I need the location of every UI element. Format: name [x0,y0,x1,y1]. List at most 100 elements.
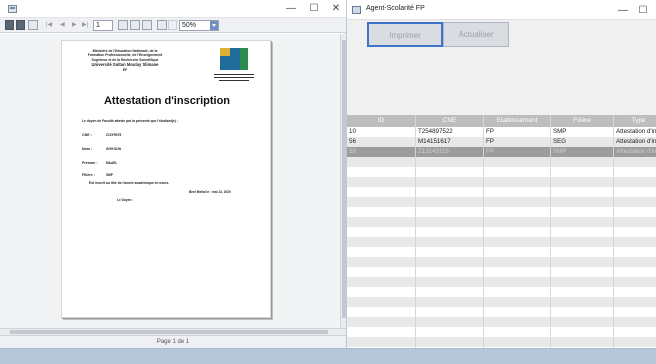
previous-page-icon[interactable]: ◀ [60,20,65,30]
empty-cell [347,297,416,307]
column-header[interactable]: Type [614,115,656,127]
refresh-button[interactable]: Actualiser [443,22,509,47]
empty-cell [347,187,416,197]
empty-cell [614,207,656,217]
last-page-icon[interactable]: ▶| [82,20,88,30]
table-row[interactable]: 56 M14151617 FP SEG Attestation d'ins [347,137,656,147]
empty-cell [551,247,614,257]
empty-table-row [347,317,656,327]
empty-table-row [347,237,656,247]
agent-form-titlebar: Agent-Scolarité FP — ☐ [347,0,656,20]
empty-cell [484,167,551,177]
field-label: CNE : [82,133,92,137]
empty-cell [614,287,656,297]
continuous-page-icon[interactable] [142,20,152,30]
zoom-in-icon[interactable] [157,20,167,30]
zoom-select[interactable]: 50% [179,20,219,31]
empty-cell [484,277,551,287]
field-prenom: Prénom : MAAEL [82,161,117,165]
save-icon[interactable] [5,20,14,30]
refresh-icon[interactable] [28,20,38,30]
maximize-button[interactable]: ☐ [635,4,651,17]
empty-cell [347,337,416,347]
cell-type: Attestation d'ins [614,137,656,147]
empty-cell [416,327,484,337]
document-header: Ministère de l'Education Nationale, de l… [70,49,180,72]
table-row-selected[interactable]: 58 Z13143116 FP SMP Attestation d'ins [347,147,656,157]
empty-cell [484,307,551,317]
empty-cell [551,327,614,337]
cell-filiere: SMP [551,127,614,137]
empty-table-row [347,277,656,287]
empty-cell [416,267,484,277]
field-value: MAAEL [106,161,118,165]
two-page-icon[interactable] [130,20,140,30]
scrollbar-thumb[interactable] [342,40,346,318]
scrollbar-thumb[interactable] [10,330,328,334]
zoom-out-icon[interactable] [168,20,177,30]
empty-cell [416,157,484,167]
empty-table-row [347,337,656,347]
empty-cell [551,167,614,177]
table-row[interactable]: 10 T254897522 FP SMP Attestation d'ins [347,127,656,137]
field-cne: CNE : Z13YR076 [82,133,121,137]
first-page-icon[interactable]: |◀ [46,20,52,30]
empty-cell [416,217,484,227]
column-header[interactable]: Etablissement [484,115,551,127]
cell-etablissement: FP [484,137,551,147]
empty-cell [484,287,551,297]
empty-cell [614,317,656,327]
cell-cne: Z13143116 [416,147,484,157]
next-page-icon[interactable]: ▶ [72,20,77,30]
empty-cell [551,197,614,207]
page-number-input[interactable]: 1 [93,20,113,31]
empty-cell [484,297,551,307]
cell-cne: M14151617 [416,137,484,147]
empty-cell [614,307,656,317]
empty-cell [347,277,416,287]
empty-cell [484,237,551,247]
single-page-icon[interactable] [118,20,128,30]
empty-cell [416,177,484,187]
empty-cell [484,247,551,257]
empty-cell [551,297,614,307]
empty-cell [551,227,614,237]
empty-cell [347,177,416,187]
close-button[interactable]: ✕ [328,2,344,15]
empty-cell [551,317,614,327]
empty-cell [347,307,416,317]
empty-cell [416,307,484,317]
empty-cell [551,237,614,247]
empty-cell [551,267,614,277]
column-header[interactable]: Filière [551,115,614,127]
horizontal-scrollbar[interactable] [0,328,346,335]
minimize-button[interactable]: — [615,4,631,17]
chevron-down-icon[interactable] [210,21,218,30]
logo-emblem [220,48,248,70]
empty-cell [614,167,656,177]
window-icon [8,5,17,13]
empty-cell [416,287,484,297]
column-header[interactable]: ID [347,115,416,127]
vertical-scrollbar[interactable] [340,34,346,328]
minimize-button[interactable]: — [283,2,299,15]
window-title: Agent-Scolarité FP [366,5,425,12]
print-button[interactable]: Imprimer [367,22,443,47]
report-viewer-titlebar: — ☐ ✕ [0,0,346,18]
empty-cell [614,257,656,267]
column-header[interactable]: CNE [416,115,484,127]
empty-cell [416,187,484,197]
empty-table-row [347,227,656,237]
empty-cell [484,177,551,187]
certification-text: Est inscrit au titre de l'année académiq… [89,181,170,185]
empty-table-row [347,207,656,217]
field-label: Prénom : [82,161,98,165]
empty-cell [416,167,484,177]
empty-table-row [347,167,656,177]
maximize-button[interactable]: ☐ [306,2,322,15]
empty-table-row [347,307,656,317]
empty-cell [347,167,416,177]
cell-filiere: SMP [551,147,614,157]
print-icon[interactable] [16,20,25,30]
empty-cell [551,277,614,287]
